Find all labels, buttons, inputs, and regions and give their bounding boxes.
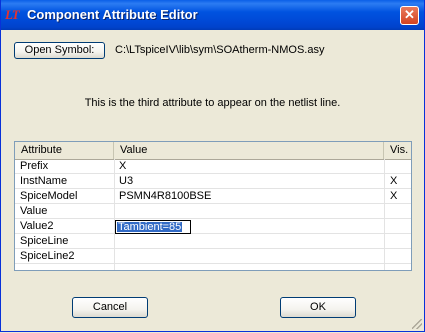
- cancel-button[interactable]: Cancel: [72, 297, 148, 318]
- table-row[interactable]: InstName U3 X: [15, 175, 411, 189]
- column-header-vis[interactable]: Vis.: [384, 142, 411, 159]
- visibility-mark[interactable]: X: [390, 190, 397, 203]
- value-edit-field[interactable]: Tambient=85: [115, 220, 191, 234]
- symbol-path: C:\LTspiceIV\lib\sym\SOAtherm-NMOS.asy: [115, 44, 325, 56]
- attribute-name: SpiceModel: [20, 190, 78, 202]
- title-bar[interactable]: LT Component Attribute Editor ✕: [1, 0, 424, 30]
- window-title: Component Attribute Editor: [27, 7, 198, 22]
- table-row[interactable]: SpiceModel PSMN4R8100BSE X: [15, 190, 411, 204]
- close-icon: ✕: [404, 7, 415, 22]
- attribute-name: Prefix: [20, 160, 49, 172]
- table-row[interactable]: SpiceLine: [15, 235, 411, 249]
- table-row[interactable]: Value: [15, 205, 411, 219]
- attribute-grid: Attribute Value Vis. Prefix X InstName U…: [14, 141, 412, 271]
- attribute-name: SpiceLine2: [20, 250, 75, 262]
- attribute-name: InstName: [20, 175, 68, 187]
- visibility-mark[interactable]: X: [390, 175, 397, 188]
- selected-value-text[interactable]: Tambient=85: [117, 222, 183, 233]
- table-row[interactable]: Value2: [15, 220, 411, 234]
- close-button[interactable]: ✕: [400, 6, 419, 25]
- open-symbol-button[interactable]: Open Symbol:: [14, 42, 105, 59]
- attribute-name: Value: [20, 205, 48, 217]
- grid-header: Attribute Value Vis.: [15, 142, 411, 160]
- attribute-description: This is the third attribute to appear on…: [84, 97, 341, 109]
- table-row[interactable]: SpiceLine2: [15, 250, 411, 264]
- column-header-value[interactable]: Value: [114, 142, 384, 159]
- attribute-value[interactable]: U3: [119, 175, 133, 188]
- table-row[interactable]: Prefix X: [15, 160, 411, 174]
- attribute-name: SpiceLine: [20, 235, 69, 247]
- ok-button[interactable]: OK: [280, 297, 356, 318]
- attribute-value[interactable]: X: [119, 160, 126, 173]
- ltspice-logo-icon: LT: [5, 7, 20, 22]
- resize-grip-icon[interactable]: [412, 319, 422, 329]
- attribute-name: Value2: [20, 220, 54, 232]
- column-header-attribute[interactable]: Attribute: [15, 142, 114, 159]
- attribute-value[interactable]: PSMN4R8100BSE: [119, 190, 211, 203]
- component-attribute-editor-window: LT Component Attribute Editor ✕ Open Sym…: [0, 0, 425, 332]
